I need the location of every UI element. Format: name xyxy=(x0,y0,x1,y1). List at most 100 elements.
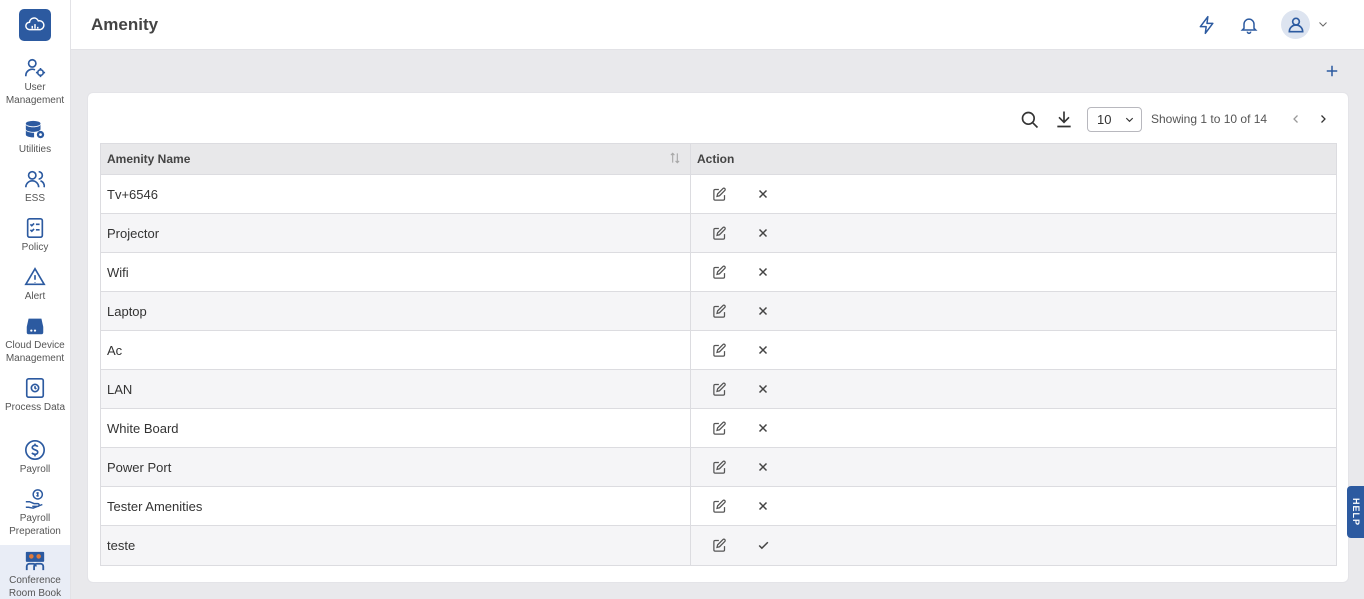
edit-icon[interactable] xyxy=(709,418,729,438)
sidebar-item-label: Process Data xyxy=(4,402,66,413)
close-icon xyxy=(757,500,769,512)
chevron-down-icon[interactable] xyxy=(1316,17,1330,31)
help-tab[interactable]: HELP xyxy=(1347,486,1364,538)
sidebar-item-utilities[interactable]: Utilities xyxy=(0,118,70,156)
amenity-card: 10 Showing 1 to 10 of 14 Amenity Name Ac… xyxy=(87,92,1349,583)
add-amenity-button[interactable] xyxy=(1322,61,1342,81)
process-icon xyxy=(23,376,47,400)
column-header-amenity-name[interactable]: Amenity Name xyxy=(101,144,691,174)
database-gear-icon xyxy=(23,118,47,142)
sidebar-item-user-management[interactable]: User Management xyxy=(0,56,70,107)
page-title: Amenity xyxy=(91,15,159,34)
chevron-right-icon xyxy=(1321,115,1326,123)
deactivate-button[interactable] xyxy=(753,301,773,321)
sidebar-item-process-data[interactable]: Process Data xyxy=(0,376,70,414)
plus-icon xyxy=(1326,65,1338,77)
edit-icon[interactable] xyxy=(709,301,729,321)
deactivate-button[interactable] xyxy=(753,418,773,438)
action-cell xyxy=(691,448,1336,486)
table-row: LAN xyxy=(101,370,1336,409)
sidebar-item-ess[interactable]: ESS xyxy=(0,167,70,205)
amenity-name-cell: Wifi xyxy=(101,253,691,291)
page-size-select[interactable]: 10 xyxy=(1087,107,1142,132)
sidebar-item-label: User Management xyxy=(5,82,65,106)
sidebar-item-label: ESS xyxy=(24,193,45,204)
table-row: Ac xyxy=(101,331,1336,370)
action-cell xyxy=(691,253,1336,291)
bell-icon[interactable] xyxy=(1237,13,1261,37)
table-row: White Board xyxy=(101,409,1336,448)
cloud-logo-icon xyxy=(25,17,45,31)
search-icon[interactable] xyxy=(1018,108,1042,132)
download-icon[interactable] xyxy=(1052,107,1076,131)
table-body: Tv+6546 Projector Wifi Laptop Ac LAN White Boa… xyxy=(101,175,1336,565)
close-icon xyxy=(757,188,769,200)
amenity-name-cell: Tester Amenities xyxy=(101,487,691,525)
sidebar-item-payroll[interactable]: Payroll xyxy=(0,438,70,476)
table-header: Amenity Name Action xyxy=(101,144,1336,175)
table-row: Laptop xyxy=(101,292,1336,331)
amenity-name-cell: teste xyxy=(101,526,691,565)
sidebar-item-alert[interactable]: Alert xyxy=(0,265,70,303)
table-row: Wifi xyxy=(101,253,1336,292)
prev-page-button[interactable] xyxy=(1286,109,1306,129)
edit-icon[interactable] xyxy=(709,496,729,516)
chevron-left-icon xyxy=(1293,115,1298,123)
close-icon xyxy=(757,461,769,473)
sort-icon[interactable] xyxy=(668,150,682,166)
sidebar-item-payroll-preperation[interactable]: Payroll Preperation xyxy=(0,487,70,538)
action-cell xyxy=(691,175,1336,213)
conference-icon xyxy=(23,549,47,573)
deactivate-button[interactable] xyxy=(753,223,773,243)
column-label: Amenity Name xyxy=(107,152,191,166)
deactivate-button[interactable] xyxy=(753,379,773,399)
sidebar-item-label: Utilities xyxy=(18,144,52,155)
edit-icon[interactable] xyxy=(709,223,729,243)
table-row: Tester Amenities xyxy=(101,487,1336,526)
table-row: Projector xyxy=(101,214,1336,253)
deactivate-button[interactable] xyxy=(753,184,773,204)
column-header-action: Action xyxy=(691,144,1336,174)
edit-icon[interactable] xyxy=(709,340,729,360)
close-icon xyxy=(757,305,769,317)
users-icon xyxy=(23,167,47,191)
action-cell xyxy=(691,409,1336,447)
app-logo[interactable] xyxy=(19,9,51,41)
pagination-info: Showing 1 to 10 of 14 xyxy=(1151,112,1268,126)
sidebar-item-policy[interactable]: Policy xyxy=(0,216,70,254)
page-size-value: 10 xyxy=(1097,112,1112,127)
checklist-icon xyxy=(23,216,47,240)
sidebar-item-label: Payroll xyxy=(19,464,51,475)
hand-dollar-icon xyxy=(23,487,47,511)
next-page-button[interactable] xyxy=(1313,109,1333,129)
amenity-name-cell: White Board xyxy=(101,409,691,447)
sidebar-item-cloud-device-management[interactable]: Cloud Device Management xyxy=(0,314,70,365)
amenity-name-cell: Projector xyxy=(101,214,691,252)
deactivate-button[interactable] xyxy=(753,496,773,516)
sidebar: User Management Utilities ESS Policy Ale… xyxy=(0,0,71,599)
edit-icon[interactable] xyxy=(709,262,729,282)
table-row: Power Port xyxy=(101,448,1336,487)
column-label: Action xyxy=(697,152,735,166)
edit-icon[interactable] xyxy=(709,457,729,477)
deactivate-button[interactable] xyxy=(753,262,773,282)
chevron-down-icon xyxy=(1125,117,1134,123)
action-cell xyxy=(691,214,1336,252)
sidebar-item-label: Alert xyxy=(24,291,46,302)
edit-icon[interactable] xyxy=(709,379,729,399)
deactivate-button[interactable] xyxy=(753,340,773,360)
close-icon xyxy=(757,266,769,278)
lightning-icon[interactable] xyxy=(1195,13,1219,37)
deactivate-button[interactable] xyxy=(753,457,773,477)
amenity-name-cell: Laptop xyxy=(101,292,691,330)
edit-icon[interactable] xyxy=(709,536,729,556)
sidebar-item-conference-room-book[interactable]: Conference Room Book xyxy=(0,545,70,599)
activate-button[interactable] xyxy=(753,536,773,556)
sidebar-item-label: Conference Room Book xyxy=(8,575,62,599)
edit-icon[interactable] xyxy=(709,184,729,204)
close-icon xyxy=(757,227,769,239)
action-cell xyxy=(691,487,1336,525)
user-avatar-icon[interactable] xyxy=(1281,10,1310,39)
check-icon xyxy=(757,539,770,552)
action-cell xyxy=(691,370,1336,408)
